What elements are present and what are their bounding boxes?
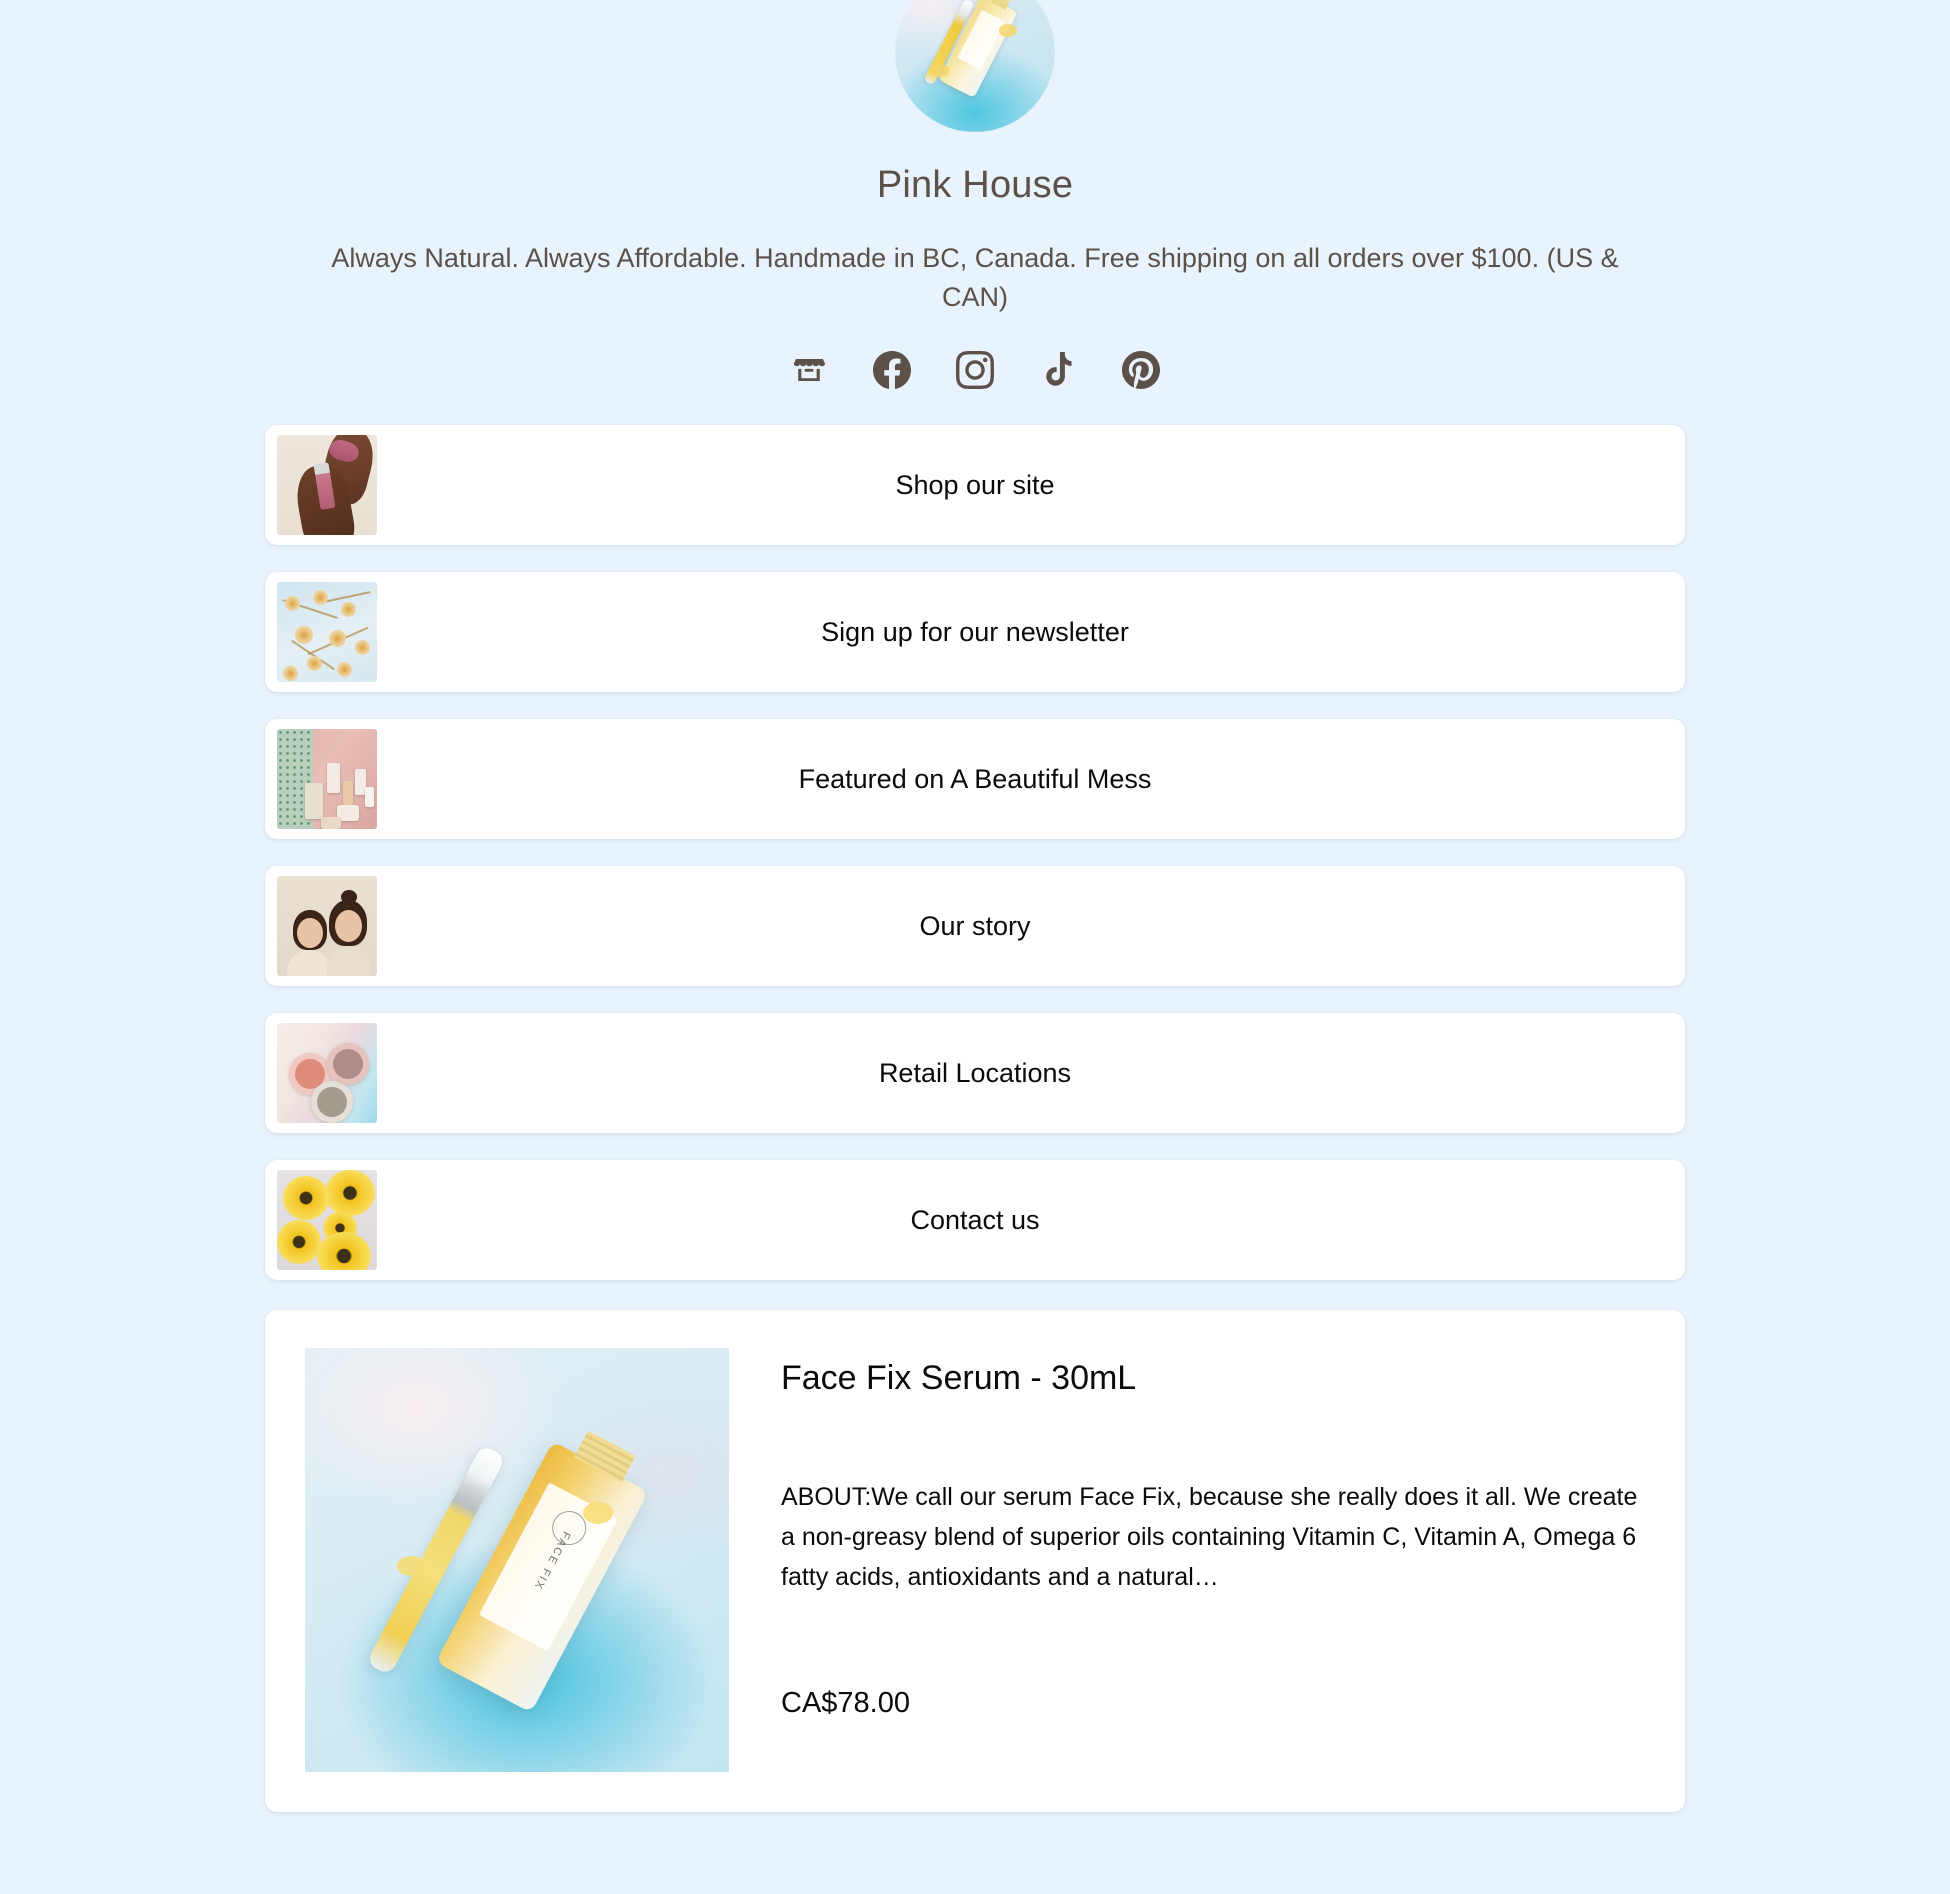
link-thumbnail (277, 729, 377, 830)
link-thumbnail (277, 1023, 377, 1124)
link-label: Our story (919, 910, 1031, 941)
avatar (895, 0, 1055, 132)
pinterest-icon[interactable] (1118, 347, 1164, 393)
link-label: Sign up for our newsletter (821, 616, 1129, 647)
product-description: ABOUT:We call our serum Face Fix, becaus… (781, 1483, 1638, 1592)
link-card-sign-up-for-our-newsletter[interactable]: Sign up for our newsletter (265, 572, 1685, 693)
storefront-icon[interactable] (786, 347, 832, 393)
link-thumbnail (277, 876, 377, 977)
link-card-featured-on-a-beautiful-mess[interactable]: Featured on A Beautiful Mess (265, 719, 1685, 840)
link-label: Featured on A Beautiful Mess (798, 763, 1152, 794)
page-title: Pink House (876, 164, 1074, 206)
avatar-oil-blob-icon (999, 24, 1017, 37)
tiktok-icon[interactable] (1035, 347, 1081, 393)
product-image: FACE FIX (305, 1348, 729, 1773)
link-card-retail-locations[interactable]: Retail Locations (265, 1013, 1685, 1134)
product-card[interactable]: FACE FIX Face Fix Serum - 30mL ABOUT:We … (265, 1310, 1685, 1813)
link-thumbnail (277, 582, 377, 683)
link-card-contact-us[interactable]: Contact us (265, 1160, 1685, 1281)
social-links (786, 347, 1164, 393)
instagram-icon[interactable] (952, 347, 998, 393)
bottle-label-text: FACE FIX (531, 1529, 573, 1593)
link-label: Shop our site (895, 469, 1055, 500)
link-card-shop-our-site[interactable]: Shop our site (265, 425, 1685, 546)
link-card-our-story[interactable]: Our story (265, 866, 1685, 987)
avatar-oil-blob-icon (931, 64, 949, 77)
link-thumbnail (277, 1170, 377, 1271)
link-thumbnail (277, 435, 377, 536)
product-price: CA$78.00 (781, 1687, 910, 1720)
link-list: Shop our site Sign up for our newsletter… (265, 425, 1685, 1281)
product-title: Face Fix Serum - 30mL (781, 1359, 1137, 1398)
linktree-page: Pink House Always Natural. Always Afford… (0, 0, 1950, 1894)
product-info: Face Fix Serum - 30mL ABOUT:We call our … (781, 1348, 1645, 1772)
facebook-icon[interactable] (869, 347, 915, 393)
link-label: Contact us (910, 1204, 1040, 1235)
link-label: Retail Locations (878, 1057, 1072, 1088)
profile-tagline: Always Natural. Always Affordable. Handm… (331, 243, 1619, 313)
profile-avatar-wrapper (895, 0, 1055, 132)
